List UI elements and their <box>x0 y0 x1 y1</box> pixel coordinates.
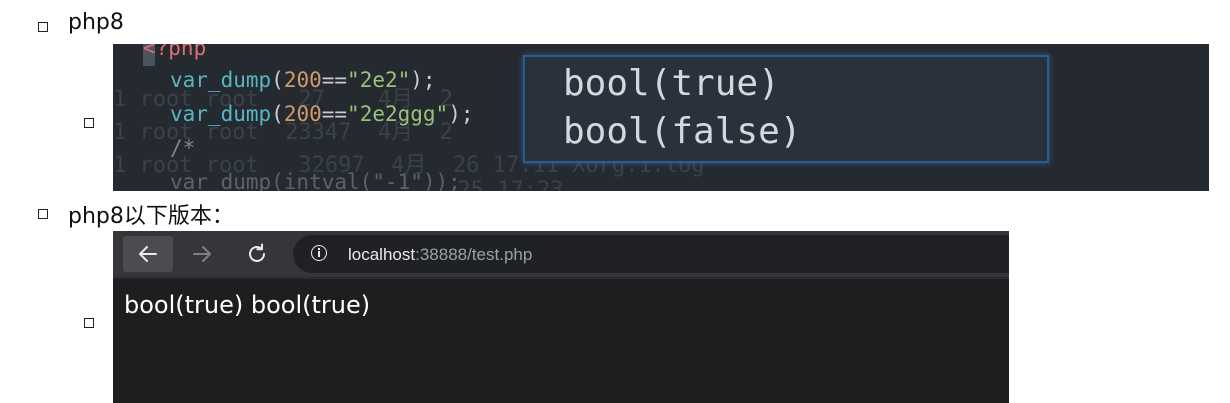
php-open-tag: <?php <box>143 44 207 60</box>
info-icon[interactable] <box>311 245 327 261</box>
php8-label: php8 <box>68 10 124 35</box>
address-bar[interactable]: localhost:38888/test.php <box>293 235 1009 273</box>
reload-button[interactable] <box>232 236 282 272</box>
code-operator: == <box>321 102 348 126</box>
url-text: localhost:38888/test.php <box>348 245 532 265</box>
forward-button[interactable] <box>177 236 227 272</box>
output-line: bool(false) <box>563 111 802 152</box>
code-line: var_dump(200=="2e2ggg"); <box>170 102 474 126</box>
code-close: ); <box>410 68 436 92</box>
url-port-path: :38888/test.php <box>415 245 533 264</box>
list-bullet <box>38 209 48 219</box>
list-bullet <box>84 318 94 328</box>
code-operator: == <box>321 68 348 92</box>
code-comment: /* <box>170 136 196 160</box>
code-string: "2e2ggg" <box>347 102 449 126</box>
url-host: localhost <box>348 245 416 264</box>
code-function: var_dump <box>170 68 272 92</box>
back-button[interactable] <box>123 236 173 272</box>
list-bullet <box>84 118 94 128</box>
code-line: var_dump(200=="2e2"); <box>170 68 436 92</box>
arrow-right-icon <box>193 246 211 262</box>
code-close: ); <box>448 102 474 126</box>
code-number: 200 <box>283 102 322 126</box>
list-bullet <box>38 22 48 32</box>
output-line: bool(true) <box>563 63 780 104</box>
code-editor-screenshot: 1 root root 27 4月 2 1 root root 23347 4月… <box>113 44 1209 191</box>
code-function: var_dump <box>170 102 272 126</box>
toolbar-divider <box>113 277 1009 279</box>
page-output: bool(true) bool(true) <box>124 291 371 319</box>
code-paren: ( <box>271 68 284 92</box>
php-below-8-label: php8以下版本： <box>68 204 234 229</box>
browser-toolbar: localhost:38888/test.php <box>113 231 1009 277</box>
arrow-left-icon <box>139 246 157 262</box>
reload-icon <box>249 243 265 262</box>
code-number: 200 <box>283 68 322 92</box>
browser-screenshot: localhost:38888/test.php bool(true) bool… <box>113 231 1009 403</box>
code-string: "2e2" <box>347 68 411 92</box>
output-panel: bool(true) bool(false) <box>523 55 1049 163</box>
code-partial-line: var_dump(intval("-1")); <box>170 170 461 191</box>
code-paren: ( <box>271 102 284 126</box>
